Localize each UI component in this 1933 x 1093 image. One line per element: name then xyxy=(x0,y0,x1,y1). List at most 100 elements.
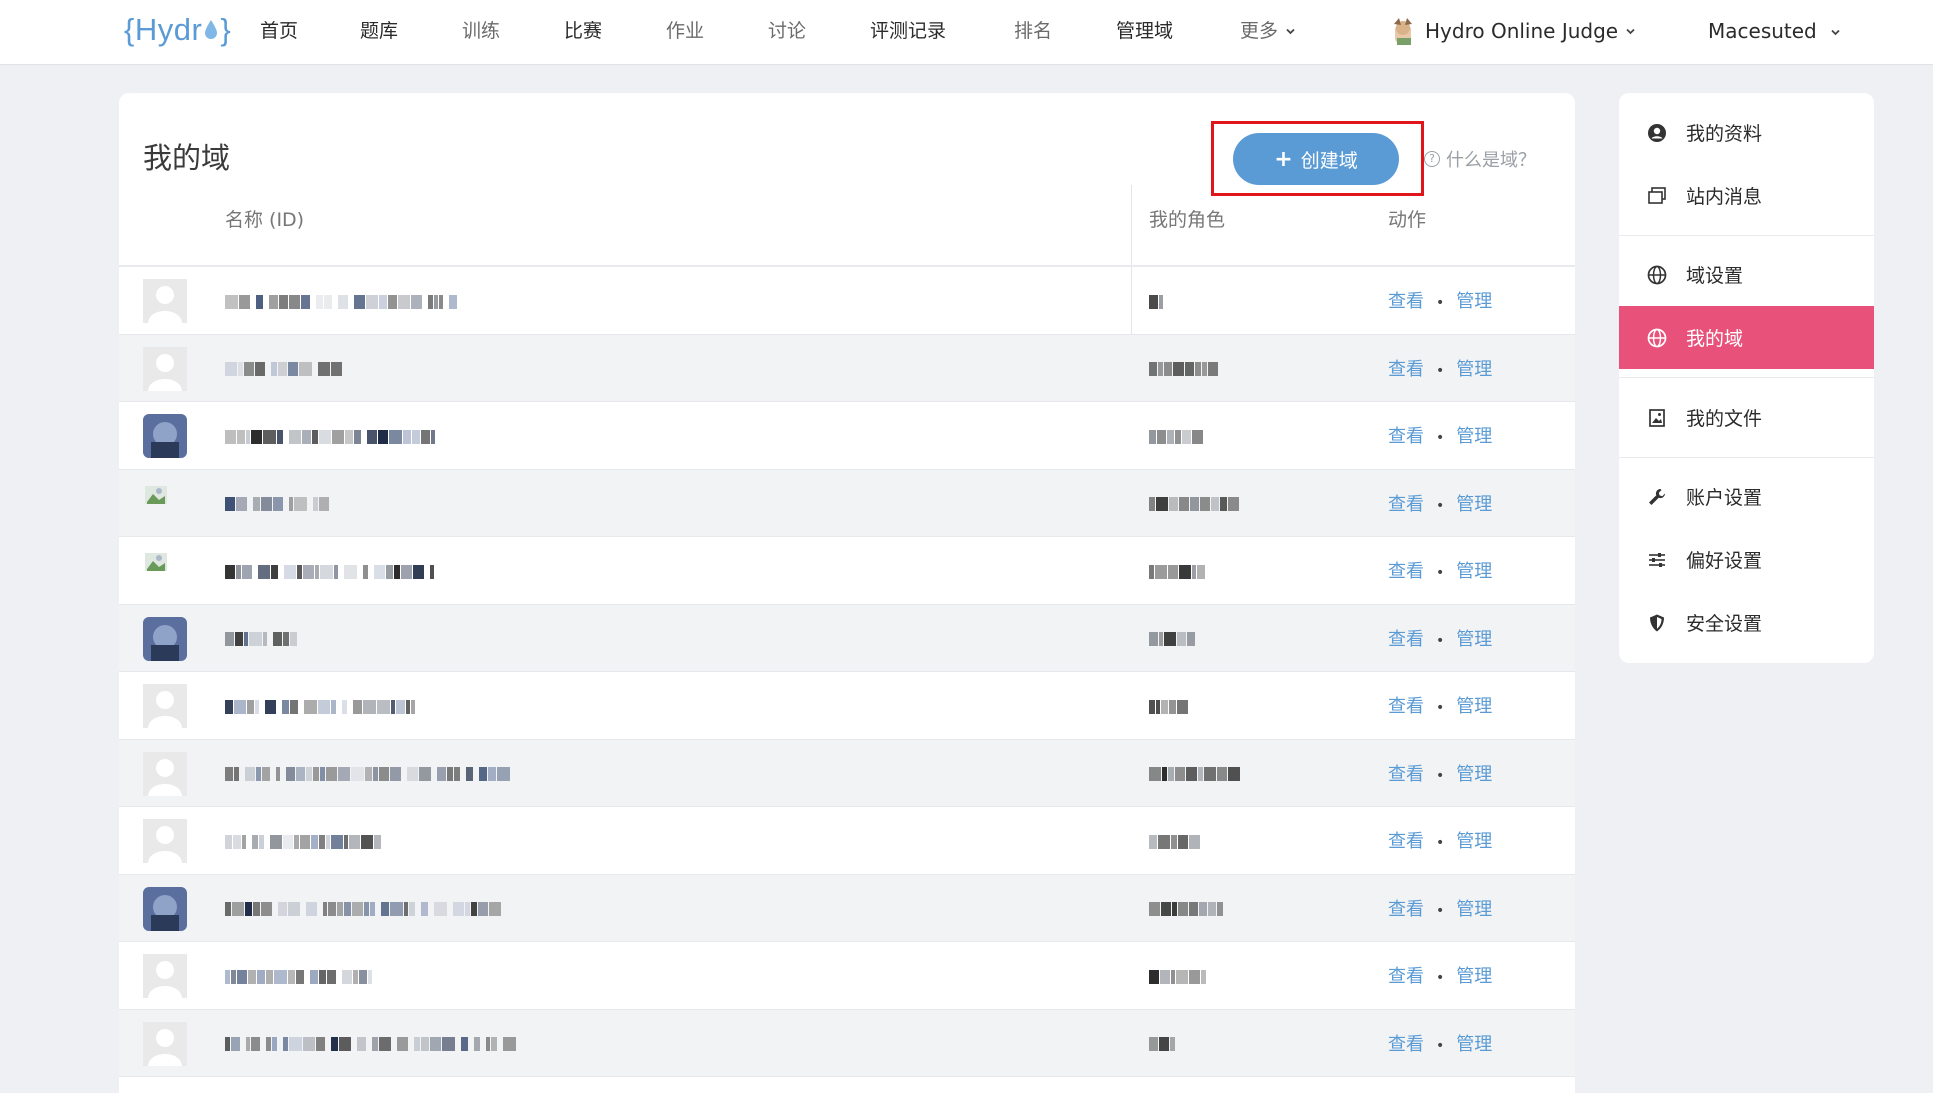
table-row: 查看 • 管理 xyxy=(119,942,1575,1010)
sidebar-item-my-domains[interactable]: 我的域 xyxy=(1619,306,1874,369)
domain-avatar xyxy=(143,279,187,323)
view-domain-link[interactable]: 查看 xyxy=(1388,494,1424,515)
hydro-logo[interactable]: {Hydr} xyxy=(124,10,231,50)
column-header-role: 我的角色 xyxy=(1149,209,1226,231)
domain-name xyxy=(225,696,416,714)
domain-role xyxy=(1149,561,1206,579)
chevron-down-icon xyxy=(1831,28,1840,37)
domain-role xyxy=(1149,1034,1176,1052)
row-actions: 查看 • 管理 xyxy=(1388,287,1492,313)
plus-icon: + xyxy=(1274,146,1293,172)
table-row: 查看 • 管理 xyxy=(119,739,1575,807)
manage-domain-link[interactable]: 管理 xyxy=(1456,764,1492,785)
nav-home[interactable]: 首页 xyxy=(260,0,298,62)
view-domain-link[interactable]: 查看 xyxy=(1388,899,1424,920)
table-row: 查看 • 管理 xyxy=(119,402,1575,470)
nav-more[interactable]: 更多 xyxy=(1240,0,1295,62)
nav-contests[interactable]: 比赛 xyxy=(564,0,602,62)
view-domain-link[interactable]: 查看 xyxy=(1388,696,1424,717)
view-domain-link[interactable]: 查看 xyxy=(1388,561,1424,582)
manage-domain-link[interactable]: 管理 xyxy=(1456,359,1492,380)
manage-domain-link[interactable]: 管理 xyxy=(1456,899,1492,920)
manage-domain-link[interactable]: 管理 xyxy=(1456,629,1492,650)
domain-role xyxy=(1149,291,1164,309)
view-domain-link[interactable]: 查看 xyxy=(1388,359,1424,380)
view-domain-link[interactable]: 查看 xyxy=(1388,831,1424,852)
nav-manage-domain[interactable]: 管理域 xyxy=(1116,0,1173,62)
user-menu[interactable]: Macesuted xyxy=(1708,0,1840,62)
site-menu[interactable]: Hydro Online Judge xyxy=(1391,0,1635,62)
sidebar-item-my-profile[interactable]: 我的资料 xyxy=(1619,101,1874,164)
separator-dot: • xyxy=(1436,902,1445,919)
separator-dot: • xyxy=(1436,1037,1445,1054)
table-row: 查看 • 管理 xyxy=(119,874,1575,942)
water-drop-icon xyxy=(205,20,218,39)
nav-discussion[interactable]: 讨论 xyxy=(768,0,806,62)
domain-avatar xyxy=(143,616,187,661)
separator-dot: • xyxy=(1436,295,1445,311)
sidebar-item-account-settings[interactable]: 账户设置 xyxy=(1619,465,1874,528)
view-domain-link[interactable]: 查看 xyxy=(1388,1034,1424,1055)
separator-dot: • xyxy=(1436,565,1445,581)
nav-homework[interactable]: 作业 xyxy=(666,0,704,62)
what-is-domain-link[interactable]: ? 什么是域？ xyxy=(1424,146,1536,172)
sidebar-item-my-files[interactable]: 我的文件 xyxy=(1619,386,1874,449)
view-domain-link[interactable]: 查看 xyxy=(1388,629,1424,650)
sliders-icon xyxy=(1646,549,1668,571)
separator-dot: • xyxy=(1436,497,1445,514)
image-file-icon xyxy=(1646,407,1668,429)
row-actions: 查看 • 管理 xyxy=(1388,692,1492,718)
row-actions: 查看 • 管理 xyxy=(1388,760,1492,786)
manage-domain-link[interactable]: 管理 xyxy=(1456,1034,1492,1055)
domain-name xyxy=(225,291,458,309)
question-circle-icon: ? xyxy=(1424,151,1440,167)
nav-problems[interactable]: 题库 xyxy=(360,0,398,62)
view-domain-link[interactable]: 查看 xyxy=(1388,764,1424,785)
globe-icon xyxy=(1646,264,1668,286)
chevron-down-icon xyxy=(1286,27,1295,36)
row-actions: 查看 • 管理 xyxy=(1388,625,1492,651)
row-actions: 查看 • 管理 xyxy=(1388,962,1492,988)
sidebar-item-domain-settings[interactable]: 域设置 xyxy=(1619,243,1874,306)
page-title: 我的域 xyxy=(143,141,231,175)
nav-training[interactable]: 训练 xyxy=(462,0,500,62)
sidebar-item-preferences[interactable]: 偏好设置 xyxy=(1619,528,1874,591)
nav-records[interactable]: 评测记录 xyxy=(870,0,946,62)
shield-icon xyxy=(1646,612,1668,634)
user-circle-icon xyxy=(1646,122,1668,144)
nav-ranking[interactable]: 排名 xyxy=(1014,0,1052,62)
settings-sidebar: 我的资料 站内消息 域设置 我的域 我的文件 账户设置 偏好设置 安全设置 xyxy=(1619,93,1874,663)
wrench-icon xyxy=(1646,486,1668,508)
domain-avatar xyxy=(143,954,187,998)
view-domain-link[interactable]: 查看 xyxy=(1388,426,1424,447)
sidebar-item-security-settings[interactable]: 安全设置 xyxy=(1619,591,1874,654)
manage-domain-link[interactable]: 管理 xyxy=(1456,831,1492,852)
manage-domain-link[interactable]: 管理 xyxy=(1456,696,1492,717)
column-header-actions: 动作 xyxy=(1388,209,1427,231)
table-row: 查看 • 管理 xyxy=(119,1009,1575,1077)
separator-dot: • xyxy=(1436,362,1445,379)
table-row: 查看 • 管理 xyxy=(119,672,1575,740)
create-domain-button[interactable]: + 创建域 xyxy=(1233,133,1399,185)
domain-role xyxy=(1149,899,1224,917)
domain-role xyxy=(1149,966,1207,984)
manage-domain-link[interactable]: 管理 xyxy=(1456,494,1492,515)
view-domain-link[interactable]: 查看 xyxy=(1388,966,1424,987)
manage-domain-link[interactable]: 管理 xyxy=(1456,966,1492,987)
domain-avatar xyxy=(143,1021,187,1066)
view-domain-link[interactable]: 查看 xyxy=(1388,291,1424,312)
domain-table-body: 查看 • 管理 查看 • 管理 查看 • 管理 查看 • 管理 查看 • 管理 查看 • 管理 查看 • 管理 查看 • 管理… xyxy=(119,267,1575,1077)
domain-avatar xyxy=(143,886,187,931)
domain-role xyxy=(1149,629,1196,647)
manage-domain-link[interactable]: 管理 xyxy=(1456,426,1492,447)
sidebar-item-messages[interactable]: 站内消息 xyxy=(1619,164,1874,227)
domain-name xyxy=(225,629,303,647)
manage-domain-link[interactable]: 管理 xyxy=(1456,291,1492,312)
manage-domain-link[interactable]: 管理 xyxy=(1456,561,1492,582)
site-avatar-icon xyxy=(1394,18,1412,45)
row-actions: 查看 • 管理 xyxy=(1388,827,1492,853)
table-row: 查看 • 管理 xyxy=(119,604,1575,672)
domain-role xyxy=(1149,359,1219,377)
separator-dot: • xyxy=(1436,430,1445,446)
domain-name xyxy=(225,494,330,512)
